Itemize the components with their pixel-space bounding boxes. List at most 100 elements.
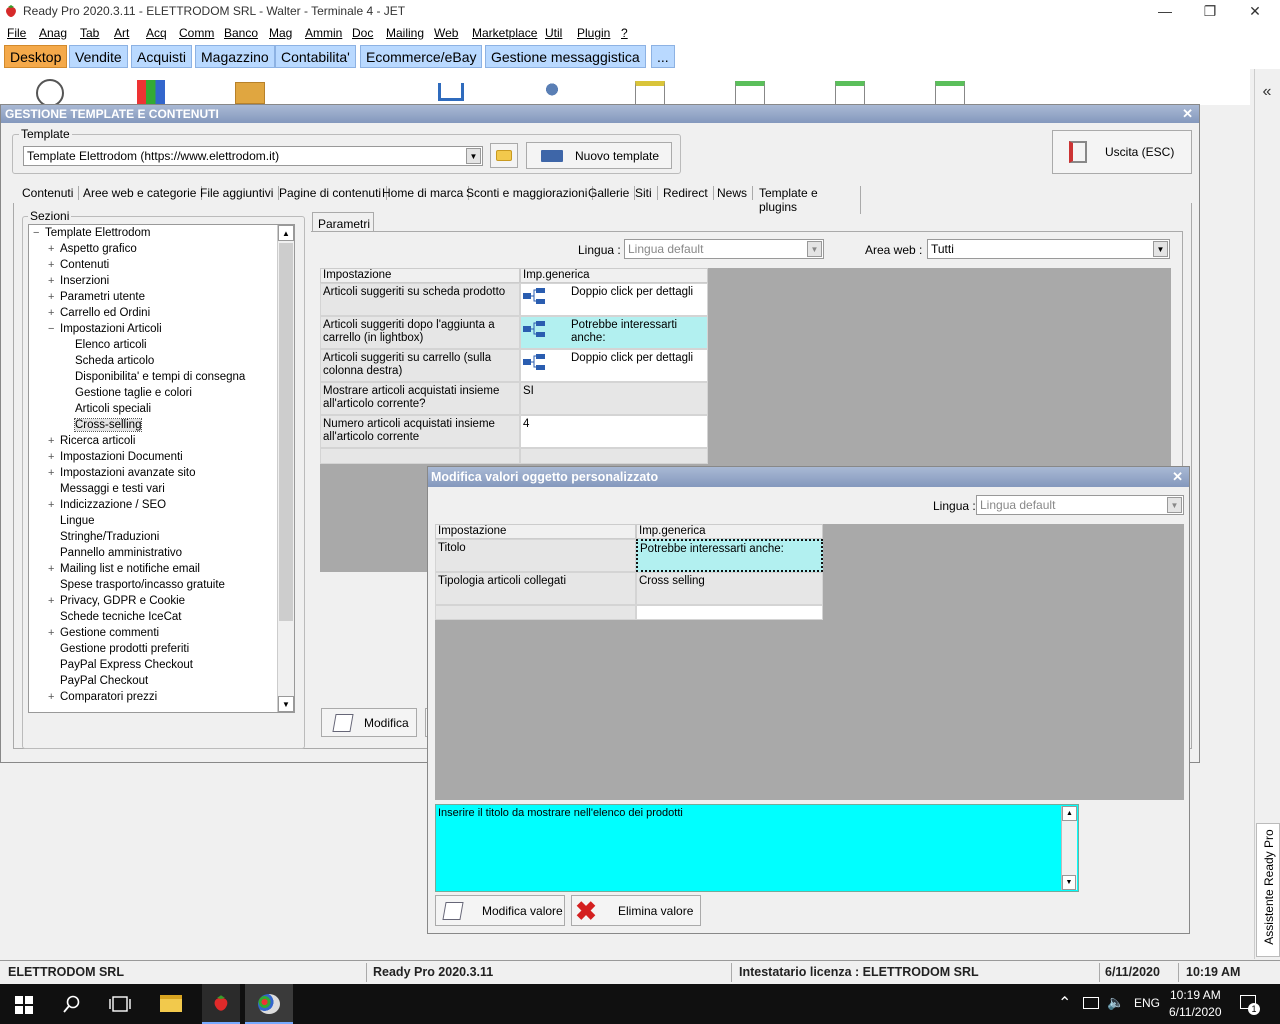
expand-icon[interactable]: + [48, 627, 60, 639]
dialog-lingua-select[interactable]: Lingua default ▼ [976, 495, 1184, 515]
menu-art[interactable]: Art [114, 26, 129, 40]
scroll-up-icon[interactable]: ▲ [278, 225, 294, 241]
tree-node[interactable]: Stringhe/Traduzioni [48, 531, 159, 543]
document-icon[interactable] [635, 81, 665, 105]
open-template-button[interactable] [490, 143, 518, 168]
expand-icon[interactable]: + [48, 435, 60, 447]
tree-node[interactable]: + Contenuti [48, 259, 109, 271]
windows-start-icon[interactable] [15, 996, 33, 1014]
scroll-down-icon[interactable]: ▼ [278, 696, 294, 712]
delete-value-button[interactable]: ✖ Elimina valore [571, 895, 701, 926]
subtab-gallerie[interactable]: Gallerie [588, 186, 636, 200]
tree-node[interactable]: + Aspetto grafico [48, 243, 137, 255]
readypro-task-button[interactable] [202, 984, 240, 1024]
param-value[interactable]: Doppio click per dettagli [520, 283, 708, 316]
minimize-icon[interactable]: — [1150, 2, 1180, 20]
tree-node[interactable]: Disponibilita' e tempi di consegna [63, 371, 245, 383]
menu-comm[interactable]: Comm [179, 26, 214, 40]
subtab-news[interactable]: News [717, 186, 754, 200]
subtab-file-aggiuntivi[interactable]: File aggiuntivi [200, 186, 280, 200]
expand-icon[interactable]: + [48, 275, 60, 287]
tab-more[interactable]: ... [651, 45, 675, 68]
tree-node[interactable]: PayPal Express Checkout [48, 659, 193, 671]
tab-ecommerce[interactable]: Ecommerce/eBay [360, 45, 483, 68]
subtab-siti[interactable]: Siti [635, 186, 658, 200]
menu-web[interactable]: Web [434, 26, 458, 40]
assistant-tab[interactable]: Assistente Ready Pro [1256, 823, 1280, 957]
menu-anag[interactable]: Anag [39, 26, 67, 40]
tree-node[interactable]: + Inserzioni [48, 275, 109, 287]
expand-icon[interactable]: + [48, 691, 60, 703]
tree-node[interactable]: − Impostazioni Articoli [48, 323, 162, 335]
tree-node[interactable]: Cross-selling [63, 418, 143, 432]
exit-button[interactable]: Uscita (ESC) [1052, 130, 1192, 174]
close-icon[interactable]: ✕ [1240, 2, 1270, 20]
tree-node[interactable]: − Template Elettrodom [33, 227, 150, 239]
tree-node[interactable]: Spese trasporto/incasso gratuite [48, 579, 225, 591]
param-value[interactable]: Doppio click per dettagli [520, 349, 708, 382]
subtab-aree-web[interactable]: Aree web e categorie [83, 186, 203, 200]
tree-node[interactable]: Schede tecniche IceCat [48, 611, 181, 623]
dialog-row-value[interactable]: Cross selling [636, 572, 823, 605]
menu-plugin[interactable]: Plugin [577, 26, 610, 40]
tree-node[interactable]: + Gestione commenti [48, 627, 159, 639]
menu-ammin[interactable]: Ammin [305, 26, 342, 40]
paint-task-button[interactable] [245, 984, 293, 1024]
collapse-icon[interactable]: « [1255, 83, 1279, 105]
network-icon[interactable] [1083, 997, 1099, 1009]
tree-node[interactable]: + Carrello ed Ordini [48, 307, 150, 319]
collapse-icon[interactable]: − [33, 227, 45, 239]
menu-tab[interactable]: Tab [80, 26, 99, 40]
param-value[interactable]: SI [520, 382, 708, 415]
template-select[interactable]: Template Elettrodom (https://www.elettro… [23, 146, 483, 166]
tab-magazzino[interactable]: Magazzino [195, 45, 275, 68]
restore-icon[interactable]: ❐ [1195, 2, 1225, 20]
expand-icon[interactable]: + [48, 259, 60, 271]
clock-date[interactable]: 6/11/2020 [1169, 1005, 1222, 1019]
new-template-button[interactable]: Nuovo template [526, 142, 672, 169]
tree-node[interactable]: Elenco articoli [63, 339, 147, 351]
tree-node[interactable]: + Impostazioni Documenti [48, 451, 183, 463]
subtab-sconti[interactable]: Sconti e maggiorazioni [466, 186, 594, 200]
lingua-select[interactable]: Lingua default ▼ [624, 239, 824, 259]
expand-icon[interactable]: + [48, 595, 60, 607]
tree-node[interactable]: + Comparatori prezzi [48, 691, 157, 703]
subtab-contenuti[interactable]: Contenuti [22, 186, 80, 200]
menu-mag[interactable]: Mag [269, 26, 292, 40]
file-explorer-icon[interactable] [160, 995, 182, 1012]
tab-desktop[interactable]: Desktop [4, 45, 68, 68]
modify-button[interactable]: Modifica [321, 708, 417, 737]
help-scrollbar[interactable]: ▲ ▼ [1061, 806, 1077, 890]
globe-icon[interactable] [36, 79, 64, 107]
notification-icon[interactable]: 1 [1240, 995, 1260, 1015]
task-view-icon[interactable] [109, 995, 131, 1013]
tab-parametri[interactable]: Parametri [312, 212, 374, 232]
tree-node[interactable]: PayPal Checkout [48, 675, 148, 687]
scroll-down-icon[interactable]: ▼ [1062, 875, 1076, 890]
menu-util[interactable]: Util [545, 26, 562, 40]
close-icon[interactable]: ✕ [1172, 467, 1183, 487]
tree-node[interactable]: + Ricerca articoli [48, 435, 135, 447]
language-indicator[interactable]: ENG [1134, 996, 1160, 1010]
tree-node[interactable]: + Privacy, GDPR e Cookie [48, 595, 185, 607]
speaker-icon[interactable]: 🔈 [1107, 994, 1124, 1011]
subtab-pagine[interactable]: Pagine di contenuti [279, 186, 388, 200]
menu-banco[interactable]: Banco [224, 26, 258, 40]
chevron-up-icon[interactable]: ⌃ [1058, 993, 1071, 1013]
search-icon[interactable] [63, 995, 81, 1013]
area-web-select[interactable]: Tutti ▼ [927, 239, 1170, 259]
tree-node[interactable]: + Indicizzazione / SEO [48, 499, 166, 511]
menu-file[interactable]: File [7, 26, 26, 40]
tree-node[interactable]: + Mailing list e notifiche email [48, 563, 200, 575]
menu-mailing[interactable]: Mailing [386, 26, 424, 40]
expand-icon[interactable]: + [48, 243, 60, 255]
menu-acq[interactable]: Acq [146, 26, 167, 40]
modify-value-button[interactable]: Modifica valore [435, 895, 565, 926]
expand-icon[interactable]: + [48, 563, 60, 575]
tab-messaggistica[interactable]: Gestione messaggistica [485, 45, 646, 68]
tree-node[interactable]: Lingue [48, 515, 95, 527]
help-textarea[interactable]: Inserire il titolo da mostrare nell'elen… [435, 804, 1079, 892]
tree-node[interactable]: + Parametri utente [48, 291, 145, 303]
grid-app-icon[interactable] [137, 80, 165, 106]
subtab-home-marca[interactable]: Home di marca [382, 186, 470, 200]
